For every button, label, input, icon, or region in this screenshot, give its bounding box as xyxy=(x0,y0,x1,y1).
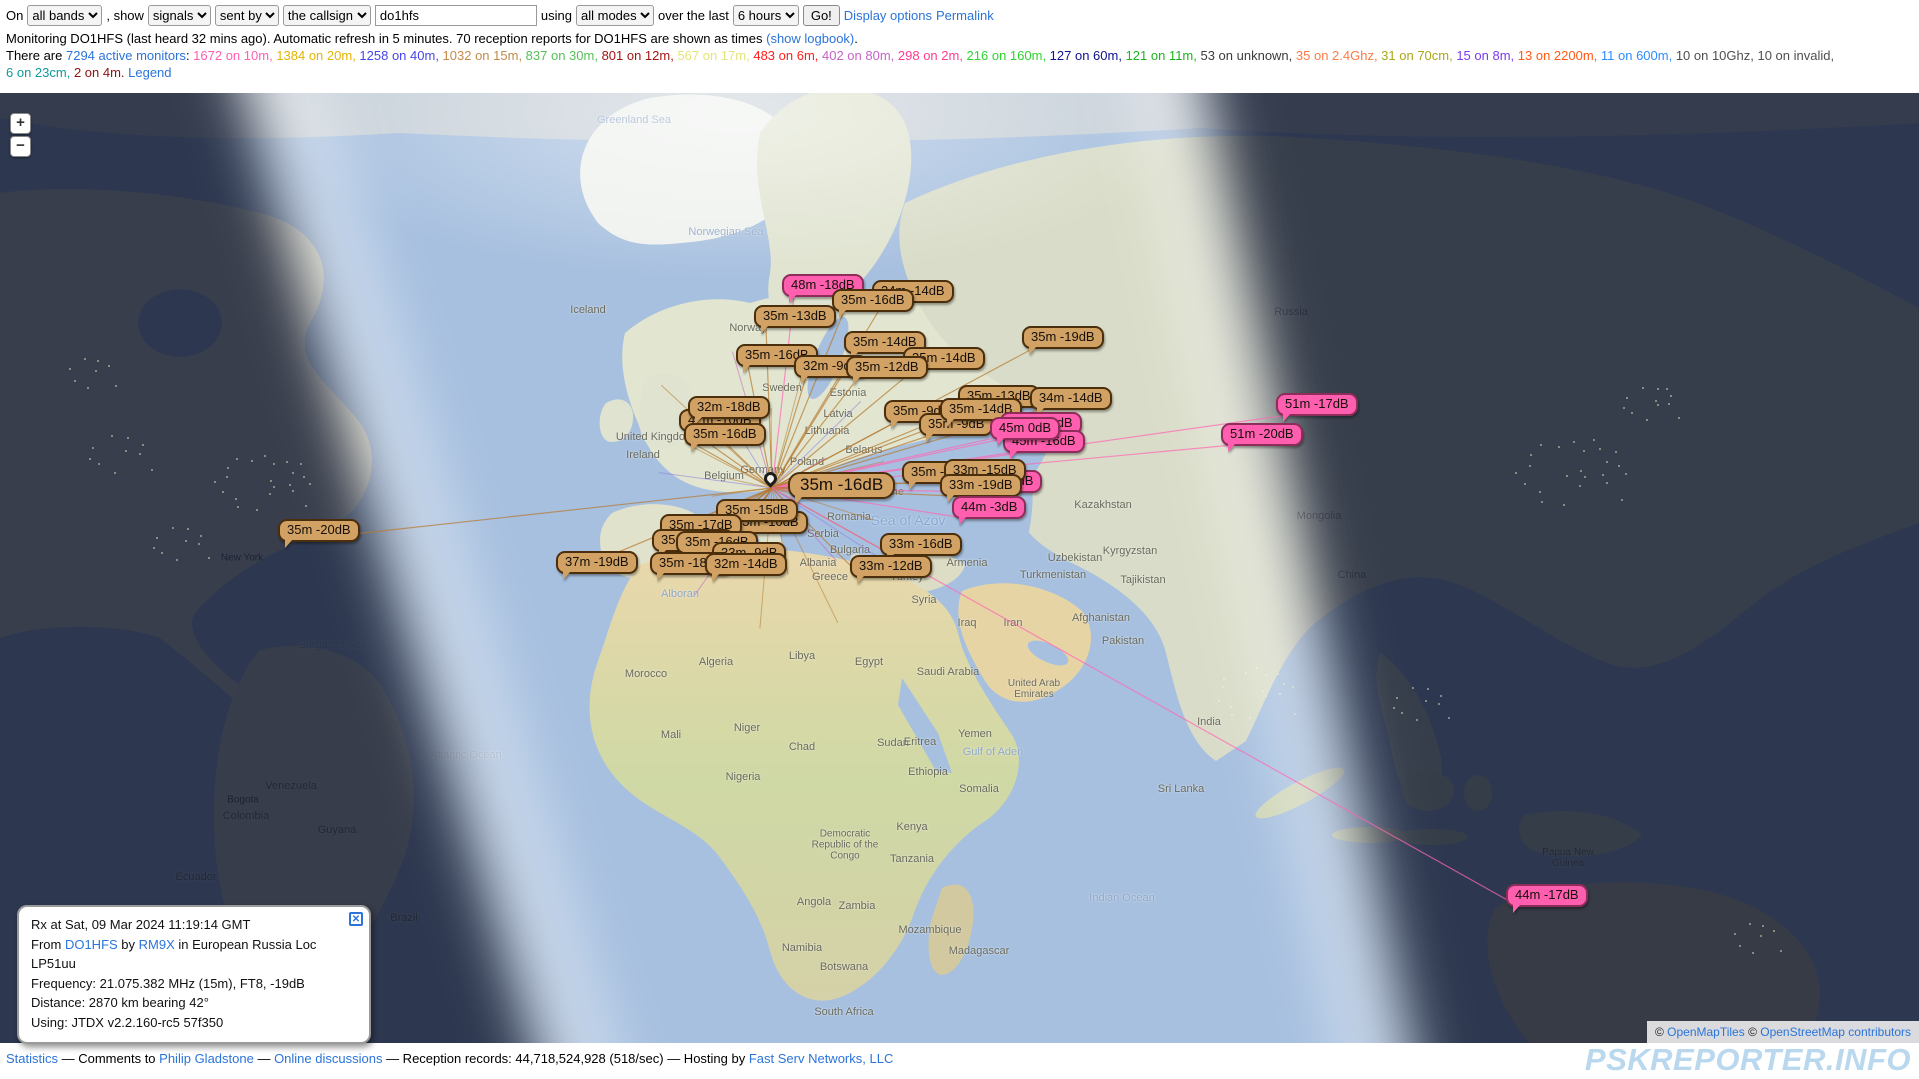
band-count: 15 on 8m, xyxy=(1456,48,1517,63)
popup-software: Using: JTDX v2.2.160-rc5 57f350 xyxy=(31,1013,357,1033)
band-count: 402 on 80m, xyxy=(822,48,898,63)
band-count: 6 on 23cm, xyxy=(6,65,74,80)
reception-balloon[interactable]: 33m -12dB xyxy=(850,555,932,578)
band-count: 121 on 11m, xyxy=(1126,48,1201,63)
monitoring-status: Monitoring DO1HFS (last heard 32 mins ag… xyxy=(6,30,1913,47)
reception-balloon[interactable]: 37m -19dB xyxy=(556,551,638,574)
band-count: 31 on 70cm, xyxy=(1381,48,1456,63)
monitoring-text-end: . xyxy=(854,31,858,46)
go-button[interactable]: Go! xyxy=(803,5,840,26)
popup-distance: Distance: 2870 km bearing 42° xyxy=(31,993,357,1013)
target-select[interactable]: the callsign xyxy=(283,5,371,26)
band-count: 10 on invalid, xyxy=(1757,48,1834,63)
zoom-out-button[interactable]: − xyxy=(10,136,31,157)
openstreetmap-link[interactable]: OpenStreetMap contributors xyxy=(1760,1025,1911,1039)
reception-balloon[interactable]: 35m -20dB xyxy=(278,519,360,542)
copyright-symbol-2: © xyxy=(1745,1025,1761,1039)
comments-label: — Comments to xyxy=(58,1051,159,1066)
reception-balloon[interactable]: 51m -20dB xyxy=(1221,423,1303,446)
reception-balloon[interactable]: 35m -13dB xyxy=(754,305,836,328)
map-attribution: © OpenMapTiles © OpenStreetMap contribut… xyxy=(1647,1021,1919,1043)
reception-balloon[interactable]: 34m -14dB xyxy=(1030,387,1112,410)
band-count: 1032 on 15m, xyxy=(443,48,526,63)
balloon-layer: 34m -14dB48m -18dB35m -16dB35m -13dB35m … xyxy=(0,93,1919,1043)
records-label: — Reception records: xyxy=(382,1051,515,1066)
direction-select[interactable]: sent by xyxy=(215,5,279,26)
active-monitors-link[interactable]: 7294 active monitors xyxy=(66,48,186,63)
reception-balloon[interactable]: 32m -18dB xyxy=(688,396,770,419)
records-value: 44,718,524,928 (518/sec) xyxy=(515,1051,663,1066)
tx-callsign-link[interactable]: DO1HFS xyxy=(65,937,118,952)
band-count: 567 on 17m, xyxy=(677,48,753,63)
hosting-link[interactable]: Fast Serv Networks, LLC xyxy=(749,1051,894,1066)
reception-detail-popup: ✕ Rx at Sat, 09 Mar 2024 11:19:14 GMT Fr… xyxy=(17,905,371,1044)
zoom-in-button[interactable]: + xyxy=(10,113,31,134)
popup-from-line: From DO1HFS by RM9X in European Russia L… xyxy=(31,935,357,974)
popup-rx-time: Rx at Sat, 09 Mar 2024 11:19:14 GMT xyxy=(31,915,357,935)
band-count: 13 on 2200m, xyxy=(1518,48,1601,63)
callsign-input[interactable] xyxy=(375,5,537,26)
reception-balloon[interactable]: 35m -16dB xyxy=(832,289,914,312)
reception-balloon[interactable]: 33m -16dB xyxy=(880,533,962,556)
monitoring-text: Monitoring DO1HFS (last heard 32 mins ag… xyxy=(6,31,766,46)
display-options-link[interactable]: Display options xyxy=(844,7,932,24)
openmaptiles-link[interactable]: OpenMapTiles xyxy=(1667,1025,1745,1039)
permalink-link[interactable]: Permalink xyxy=(936,7,994,24)
reception-balloon[interactable]: 32m -14dB xyxy=(705,553,787,576)
rx-callsign-link[interactable]: RM9X xyxy=(139,937,175,952)
band-count: 127 on 60m, xyxy=(1050,48,1126,63)
overlast-label: over the last xyxy=(658,7,729,24)
band-count: 2 on 4m. xyxy=(74,65,128,80)
band-count: 801 on 12m, xyxy=(602,48,678,63)
on-label: On xyxy=(6,7,23,24)
statistics-link[interactable]: Statistics xyxy=(6,1051,58,1066)
band-count: 837 on 30m, xyxy=(526,48,602,63)
world-map[interactable]: Greenland SeaNorwegian SeaIcelandNorwayS… xyxy=(0,93,1919,1043)
by-label: by xyxy=(118,937,139,952)
band-count: 11 on 600m, xyxy=(1601,48,1676,63)
period-select[interactable]: 6 hours xyxy=(733,5,799,26)
band-count: 53 on unknown, xyxy=(1200,48,1295,63)
band-count: 1258 on 40m, xyxy=(359,48,442,63)
band-count: 483 on 6m, xyxy=(753,48,822,63)
band-count: 1384 on 20m, xyxy=(276,48,359,63)
reception-balloon[interactable]: 45m 0dB xyxy=(990,417,1060,440)
band-counts: 1672 on 10m, 1384 on 20m, 1258 on 40m, 1… xyxy=(6,48,1834,80)
reception-balloon[interactable]: 44m -17dB xyxy=(1506,884,1588,907)
popup-frequency: Frequency: 21.075.382 MHz (15m), FT8, -1… xyxy=(31,974,357,994)
watermark: PSKREPORTER.INFO xyxy=(1585,1042,1911,1078)
band-select[interactable]: all bands xyxy=(27,5,102,26)
show-label: , show xyxy=(106,7,144,24)
active-monitors-line: There are 7294 active monitors: 1672 on … xyxy=(6,47,1913,81)
reception-balloon[interactable]: 33m -19dB xyxy=(940,474,1022,497)
band-count: 1672 on 10m, xyxy=(193,48,276,63)
reception-balloon[interactable]: 35m -16dB xyxy=(684,423,766,446)
discussions-link[interactable]: Online discussions xyxy=(274,1051,382,1066)
legend-link[interactable]: Legend xyxy=(128,65,171,80)
band-count: 10 on 10Ghz, xyxy=(1676,48,1758,63)
reception-balloon[interactable]: 35m -12dB xyxy=(846,356,928,379)
reception-balloon[interactable]: 35m -16dB xyxy=(788,472,895,499)
band-count: 216 on 160m, xyxy=(967,48,1050,63)
show-select[interactable]: signals xyxy=(148,5,211,26)
copyright-symbol: © xyxy=(1655,1025,1667,1039)
from-label: From xyxy=(31,937,65,952)
author-link[interactable]: Philip Gladstone xyxy=(159,1051,254,1066)
band-count: 298 on 2m, xyxy=(898,48,967,63)
separator: — xyxy=(254,1051,274,1066)
hosting-label: — Hosting by xyxy=(664,1051,749,1066)
mode-select[interactable]: all modes xyxy=(576,5,654,26)
using-label: using xyxy=(541,7,572,24)
show-logbook-link[interactable]: (show logbook) xyxy=(766,31,854,46)
monitors-pre: There are xyxy=(6,48,66,63)
band-count: 35 on 2.4Ghz, xyxy=(1296,48,1381,63)
header: On all bands , show signals sent by the … xyxy=(0,0,1919,81)
close-icon[interactable]: ✕ xyxy=(349,912,363,926)
query-toolbar: On all bands , show signals sent by the … xyxy=(6,5,1913,26)
reception-balloon[interactable]: 51m -17dB xyxy=(1276,393,1358,416)
reception-balloon[interactable]: 35m -19dB xyxy=(1022,326,1104,349)
reception-balloon[interactable]: 44m -3dB xyxy=(952,496,1026,519)
